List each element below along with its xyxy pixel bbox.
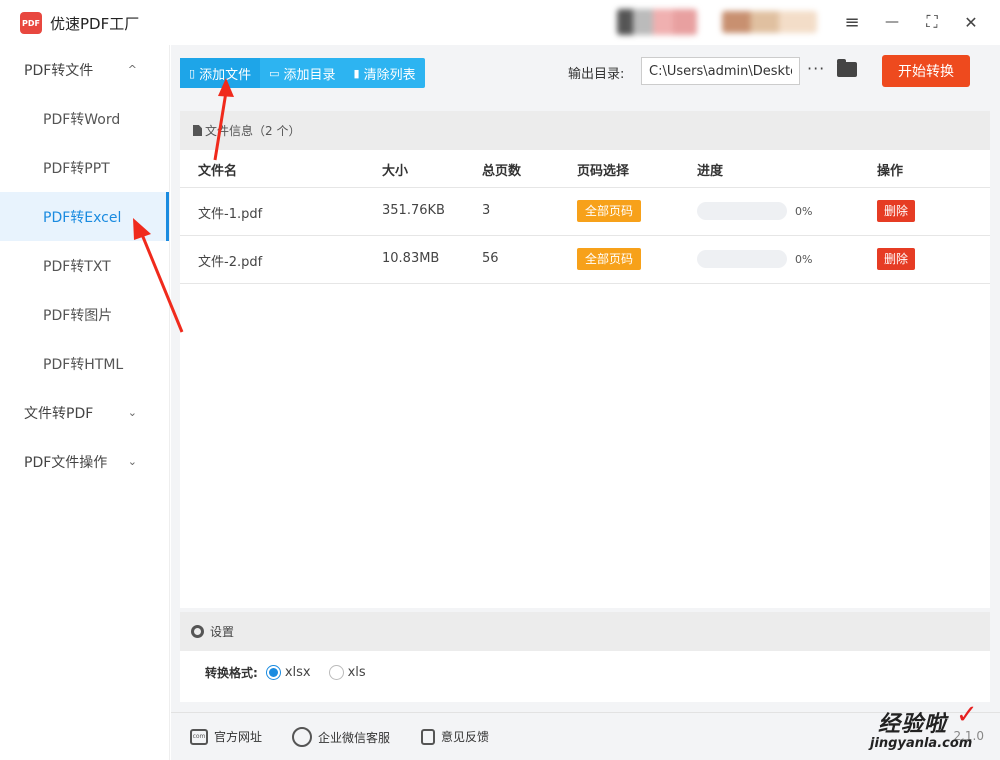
feedback-label: 意见反馈 [441, 730, 490, 744]
minimize-icon[interactable]: — [880, 10, 904, 34]
open-folder-icon[interactable] [837, 59, 857, 77]
clear-list-label: 清除列表 [363, 67, 416, 83]
website-icon: com [190, 728, 208, 745]
file-toolbar: ▯ 添加文件 ▭ 添加目录 ▮ 清除列表 [180, 58, 425, 88]
settings-header: 设置 [180, 612, 990, 651]
add-folder-label: 添加目录 [283, 67, 336, 83]
chat-icon [292, 727, 312, 747]
checkmark-icon: ✓ [956, 700, 978, 730]
sidebar-item-pdf-to-excel[interactable]: PDF转Excel [0, 192, 169, 241]
website-label: 官方网址 [214, 730, 263, 744]
output-dir-label: 输出目录: [568, 67, 625, 82]
file-size: 10.83MB [382, 251, 440, 266]
start-convert-button[interactable]: 开始转换 [882, 55, 970, 87]
watermark-url: jingyanla.com [870, 736, 973, 751]
file-icon: ▯ [189, 66, 196, 80]
sidebar-item-label: PDF转TXT [43, 258, 111, 275]
title-bar: PDF 优速PDF工厂 ≡ — ⛶ ✕ [0, 0, 1000, 45]
website-link[interactable]: com 官方网址 [190, 728, 262, 745]
radio-xlsx-label[interactable]: xlsx [285, 665, 311, 680]
sidebar-group-label: PDF文件操作 [24, 454, 108, 471]
progress-bar: 0% [697, 250, 812, 268]
radio-xls[interactable] [328, 665, 344, 680]
file-pages: 56 [482, 251, 499, 266]
table-row: 文件-1.pdf 351.76KB 3 全部页码 0% 删除 [180, 188, 990, 236]
sidebar-item-pdf-to-ppt[interactable]: PDF转PPT [0, 143, 169, 192]
page-range-button[interactable]: 全部页码 [577, 248, 642, 270]
format-label: 转换格式: [205, 666, 258, 680]
chevron-down-icon: ⌄ [127, 406, 137, 419]
format-row: 转换格式: xlsx xls [205, 664, 384, 681]
progress-text: 0% [795, 252, 813, 266]
table-row: 文件-2.pdf 10.83MB 56 全部页码 0% 删除 [180, 236, 990, 284]
clear-list-button[interactable]: ▮ 清除列表 [345, 58, 425, 88]
add-folder-button[interactable]: ▭ 添加目录 [260, 58, 344, 88]
settings-title: 设置 [210, 625, 235, 639]
settings-panel: 设置 转换格式: xlsx xls [180, 612, 990, 702]
gear-icon [191, 625, 204, 638]
sidebar-item-label: PDF转图片 [43, 307, 113, 324]
blurred-username [722, 11, 817, 33]
delete-button[interactable]: 删除 [877, 248, 916, 270]
watermark-logo: 经验啦 ✓ jingyanla.com [870, 700, 998, 760]
sidebar-group-label: PDF转文件 [24, 62, 94, 79]
document-icon [193, 125, 202, 136]
file-list-panel: 文件信息（2 个） 文件名 大小 总页数 页码选择 进度 操作 文件-1.pdf… [180, 111, 990, 608]
sidebar: PDF转文件 ^ PDF转Word PDF转PPT PDF转Excel PDF转… [0, 45, 170, 760]
folder-icon: ▭ [269, 66, 280, 80]
column-header-action: 操作 [877, 164, 904, 179]
table-header: 文件名 大小 总页数 页码选择 进度 操作 [180, 150, 990, 188]
main-area: ▯ 添加文件 ▭ 添加目录 ▮ 清除列表 输出目录: ··· 开始转换 文件信息… [171, 45, 1000, 760]
maximize-icon[interactable]: ⛶ [920, 10, 944, 34]
file-name: 文件-2.pdf [198, 255, 263, 270]
sidebar-item-label: PDF转HTML [43, 356, 124, 373]
wechat-support-label: 企业微信客服 [318, 730, 391, 745]
page-range-button[interactable]: 全部页码 [577, 200, 642, 222]
wechat-support-link[interactable]: 企业微信客服 [292, 727, 390, 747]
more-options-icon[interactable]: ··· [807, 59, 825, 78]
file-pages: 3 [482, 203, 491, 218]
progress-text: 0% [795, 204, 813, 218]
sidebar-group-pdf-to-file[interactable]: PDF转文件 ^ [0, 45, 169, 94]
column-header-progress: 进度 [697, 164, 724, 179]
watermark-title: 经验啦 [878, 712, 948, 737]
output-dir-input[interactable] [641, 57, 800, 85]
sidebar-item-pdf-to-word[interactable]: PDF转Word [0, 94, 169, 143]
progress-track [697, 250, 787, 268]
blurred-avatar [617, 9, 697, 35]
column-header-size: 大小 [382, 164, 409, 179]
radio-xlsx[interactable] [265, 665, 281, 680]
add-file-label: 添加文件 [199, 67, 252, 83]
file-info-title: 文件信息（2 个） [205, 124, 301, 138]
file-size: 351.76KB [382, 203, 445, 218]
chevron-up-icon: ^ [127, 63, 137, 76]
sidebar-group-label: 文件转PDF [24, 405, 94, 422]
app-title: 优速PDF工厂 [50, 15, 140, 33]
chevron-down-icon: ⌄ [127, 455, 137, 468]
sidebar-item-label: PDF转Excel [43, 209, 122, 226]
column-header-page-range: 页码选择 [577, 164, 630, 179]
sidebar-item-pdf-to-txt[interactable]: PDF转TXT [0, 241, 169, 290]
sidebar-item-pdf-to-image[interactable]: PDF转图片 [0, 290, 169, 339]
file-name: 文件-1.pdf [198, 207, 263, 222]
menu-icon[interactable]: ≡ [840, 10, 864, 34]
file-info-header: 文件信息（2 个） [180, 111, 990, 150]
app-logo-icon: PDF [20, 12, 42, 34]
feedback-icon [421, 728, 435, 745]
sidebar-item-label: PDF转Word [43, 111, 121, 128]
sidebar-group-file-to-pdf[interactable]: 文件转PDF ⌄ [0, 388, 169, 437]
column-header-name: 文件名 [198, 164, 238, 179]
add-file-button[interactable]: ▯ 添加文件 [180, 58, 261, 88]
close-icon[interactable]: ✕ [959, 10, 983, 34]
radio-xls-label[interactable]: xls [348, 665, 366, 680]
progress-bar: 0% [697, 202, 812, 220]
sidebar-item-pdf-to-html[interactable]: PDF转HTML [0, 339, 169, 388]
feedback-link[interactable]: 意见反馈 [421, 728, 489, 745]
trash-icon: ▮ [353, 66, 360, 80]
sidebar-item-label: PDF转PPT [43, 160, 110, 177]
progress-track [697, 202, 787, 220]
column-header-pages: 总页数 [482, 164, 522, 179]
delete-button[interactable]: 删除 [877, 200, 916, 222]
sidebar-group-pdf-operations[interactable]: PDF文件操作 ⌄ [0, 437, 169, 486]
